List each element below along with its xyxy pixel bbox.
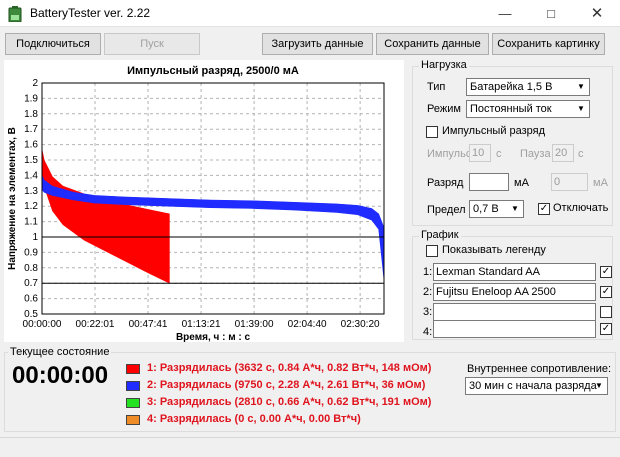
y-tick-label: 1 (32, 232, 38, 243)
impulse-unit: с (496, 148, 502, 160)
y-tick-label: 0.9 (24, 247, 38, 258)
limit-label: Предел (427, 204, 466, 216)
type-label: Тип (427, 81, 446, 93)
discharge-chart: 0.50.60.70.80.911.11.21.31.41.51.61.71.8… (7, 65, 385, 343)
discharge-unit: мА (514, 177, 529, 189)
y-tick-label: 1.7 (24, 124, 38, 135)
series-4-color-swatch (126, 415, 140, 425)
y-axis-label: Напряжение на элементах, В (7, 127, 18, 270)
limit-select-value: 0,7 В (473, 203, 499, 215)
pulse-label: Импульсный разряд (442, 125, 546, 137)
series-3-checkbox[interactable] (600, 306, 612, 318)
series-2-status: 2: Разрядилась (9750 с, 2.28 А*ч, 2.61 В… (147, 379, 426, 391)
discharge-unit-2: мА (593, 177, 608, 189)
resistance-select[interactable]: 30 мин с начала разряда ▼ (465, 377, 608, 395)
series-3-status: 3: Разрядилась (2810 с, 0.66 А*ч, 0.62 В… (147, 396, 432, 408)
type-select-value: Батарейка 1,5 В (470, 81, 553, 93)
load-group-title: Нагрузка (419, 59, 469, 71)
y-tick-label: 1.9 (24, 93, 38, 104)
close-icon[interactable]: ✕ (574, 0, 620, 27)
series-2-name-input[interactable]: Fujitsu Eneloop AA 2500 (433, 283, 596, 301)
series-3-name-input[interactable] (433, 303, 596, 321)
battery-app-icon (8, 6, 22, 22)
y-tick-label: 1.3 (24, 186, 38, 197)
maximize-icon[interactable]: □ (528, 0, 574, 27)
disconnect-label: Отключать (553, 202, 609, 214)
y-tick-label: 2 (32, 78, 38, 89)
series-4-name-input[interactable] (433, 320, 596, 338)
limit-select[interactable]: 0,7 В ▼ (469, 200, 524, 218)
status-bar (0, 437, 620, 457)
x-tick-label: 00:22:01 (76, 319, 115, 330)
discharge-input-2[interactable]: 0 (551, 173, 588, 191)
series-1-color-swatch (126, 364, 140, 374)
series-3-num: 3: (423, 306, 433, 318)
series-4-num: 4: (423, 326, 433, 338)
save-image-button[interactable]: Сохранить картинку (492, 33, 605, 55)
pause-input[interactable]: 20 (552, 144, 574, 162)
x-axis-label: Время, ч : м : с (176, 332, 251, 342)
y-tick-label: 1.4 (24, 170, 38, 181)
mode-label: Режим (427, 103, 461, 115)
status-group-title: Текущее состояние (8, 346, 112, 358)
series-1-checkbox[interactable]: ✓ (600, 266, 612, 278)
series-1-band (41, 149, 170, 284)
start-button[interactable]: Пуск (104, 33, 200, 55)
save-data-button[interactable]: Сохранить данные (376, 33, 489, 55)
connect-button[interactable]: Подключиться (5, 33, 101, 55)
x-tick-label: 00:47:41 (129, 319, 168, 330)
minimize-icon[interactable]: — (482, 0, 528, 27)
y-tick-label: 1.1 (24, 217, 38, 228)
graph-group-title: График (419, 229, 461, 241)
series-3-color-swatch (126, 398, 140, 408)
series-2-num: 2: (423, 286, 433, 298)
mode-select-value: Постоянный ток (470, 103, 552, 115)
series-1-status: 1: Разрядилась (3632 с, 0.84 А*ч, 0.82 В… (147, 362, 432, 374)
series-4-status: 4: Разрядилась (0 с, 0.00 А*ч, 0.00 Вт*ч… (147, 413, 361, 425)
chart-title: Импульсный разряд, 2500/0 мА (127, 65, 299, 77)
discharge-input[interactable] (469, 173, 509, 191)
pause-unit: с (578, 148, 584, 160)
resistance-select-value: 30 мин с начала разряда (469, 380, 597, 392)
legend-label: Показывать легенду (442, 244, 546, 256)
chart-panel: 0.5 0.6 0.7 0.8 0.9 1 1.1 1.2 1.3 1.4 1.5 1.6 1.7 1.8… (4, 60, 404, 343)
series-1-name-input[interactable]: Lexman Standard AA (433, 263, 596, 281)
chevron-down-icon: ▼ (511, 204, 519, 213)
series-1-num: 1: (423, 266, 433, 278)
pause-label: Пауза (520, 148, 551, 160)
y-tick-label: 0.7 (24, 278, 38, 289)
x-tick-label: 00:00:00 (23, 319, 62, 330)
x-tick-label: 02:04:40 (288, 319, 327, 330)
series-4-checkbox[interactable]: ✓ (600, 323, 612, 335)
series-2-checkbox[interactable]: ✓ (600, 286, 612, 298)
load-data-button[interactable]: Загрузить данные (262, 33, 373, 55)
type-select[interactable]: Батарейка 1,5 В ▼ (466, 78, 590, 96)
discharge-label: Разряд (427, 177, 464, 189)
resistance-label: Внутреннее сопротивление: (467, 363, 612, 375)
chevron-down-icon: ▼ (577, 82, 585, 91)
series-2-color-swatch (126, 381, 140, 391)
y-tick-label: 1.6 (24, 140, 38, 151)
timer-display: 00:00:00 (12, 362, 109, 389)
y-tick-label: 1.8 (24, 109, 38, 120)
chevron-down-icon: ▼ (595, 381, 603, 390)
legend-checkbox[interactable] (426, 245, 438, 257)
y-tick-label: 0.8 (24, 263, 38, 274)
x-tick-label: 01:13:21 (182, 319, 221, 330)
x-tick-label: 01:39:00 (235, 319, 274, 330)
chevron-down-icon: ▼ (577, 104, 585, 113)
x-tick-label: 02:30:20 (341, 319, 380, 330)
y-tick-label: 1.5 (24, 155, 38, 166)
impulse-label: Импульс (427, 148, 472, 160)
y-tick-label: 0.6 (24, 294, 38, 305)
window-title: BatteryTester ver. 2.22 (30, 6, 151, 20)
title-bar: BatteryTester ver. 2.22 — □ ✕ (0, 0, 620, 27)
pulse-checkbox[interactable] (426, 126, 438, 138)
impulse-input[interactable]: 10 (469, 144, 491, 162)
mode-select[interactable]: Постоянный ток ▼ (466, 100, 590, 118)
y-tick-label: 1.2 (24, 201, 38, 212)
disconnect-checkbox[interactable]: ✓ (538, 203, 550, 215)
